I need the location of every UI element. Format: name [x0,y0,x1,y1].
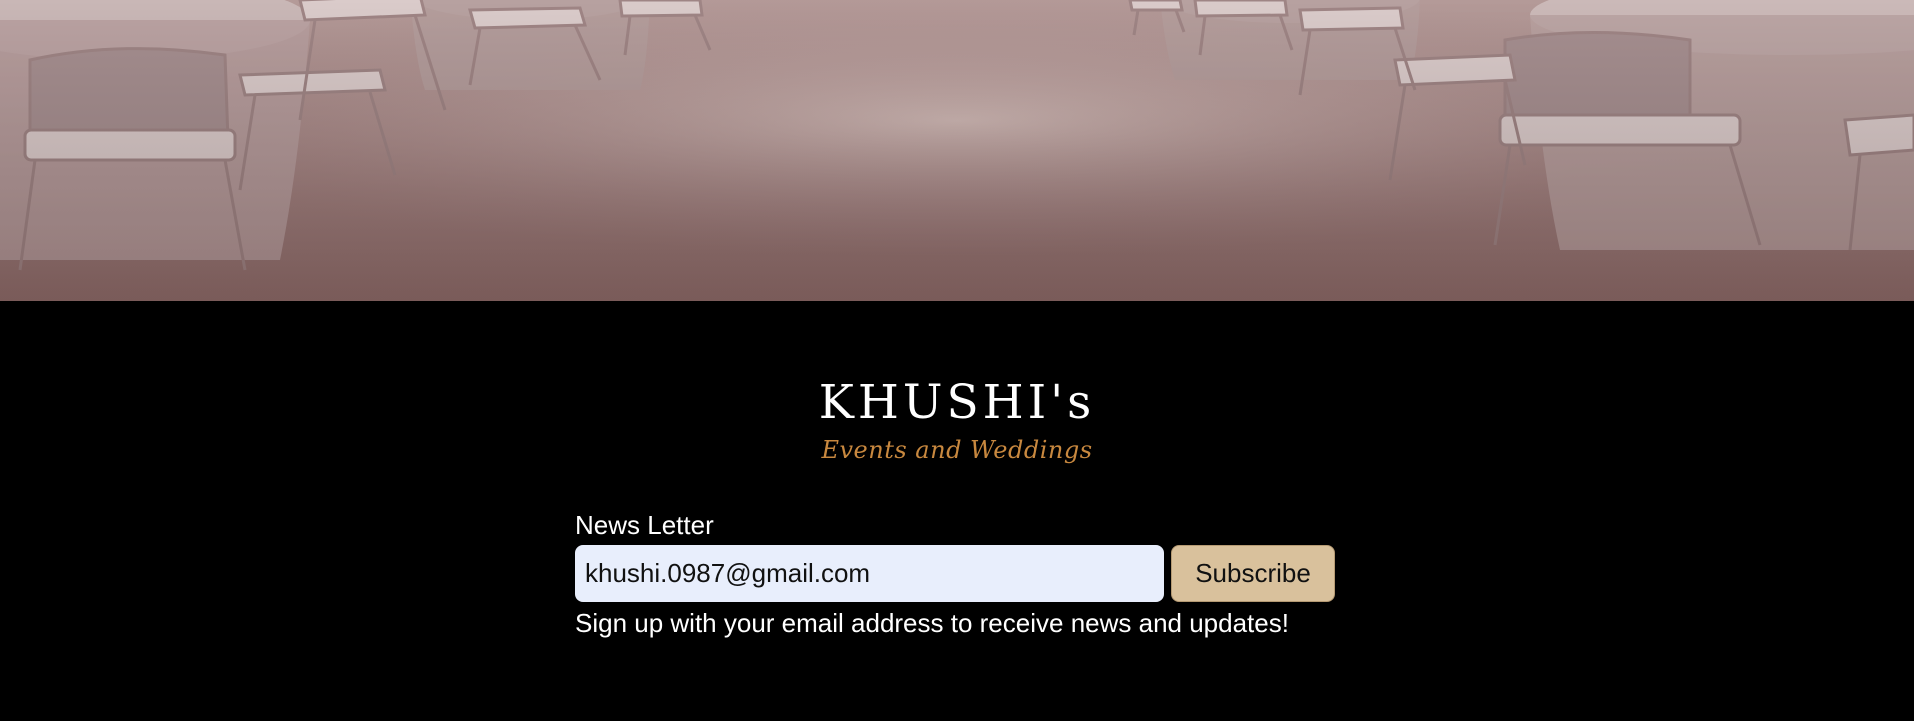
brand-name: KHUSHI's [818,375,1096,430]
brand-logo: KHUSHI's [0,373,1914,433]
subscribe-button[interactable]: Subscribe [1171,545,1335,602]
newsletter-label: News Letter [575,510,714,540]
banquet-hall-illustration [0,0,1914,301]
email-input[interactable] [575,545,1164,602]
hero-image [0,0,1914,301]
footer [0,301,1914,721]
brand-tagline: Events and Weddings [821,436,1093,464]
signup-note: Sign up with your email address to recei… [575,608,1289,638]
